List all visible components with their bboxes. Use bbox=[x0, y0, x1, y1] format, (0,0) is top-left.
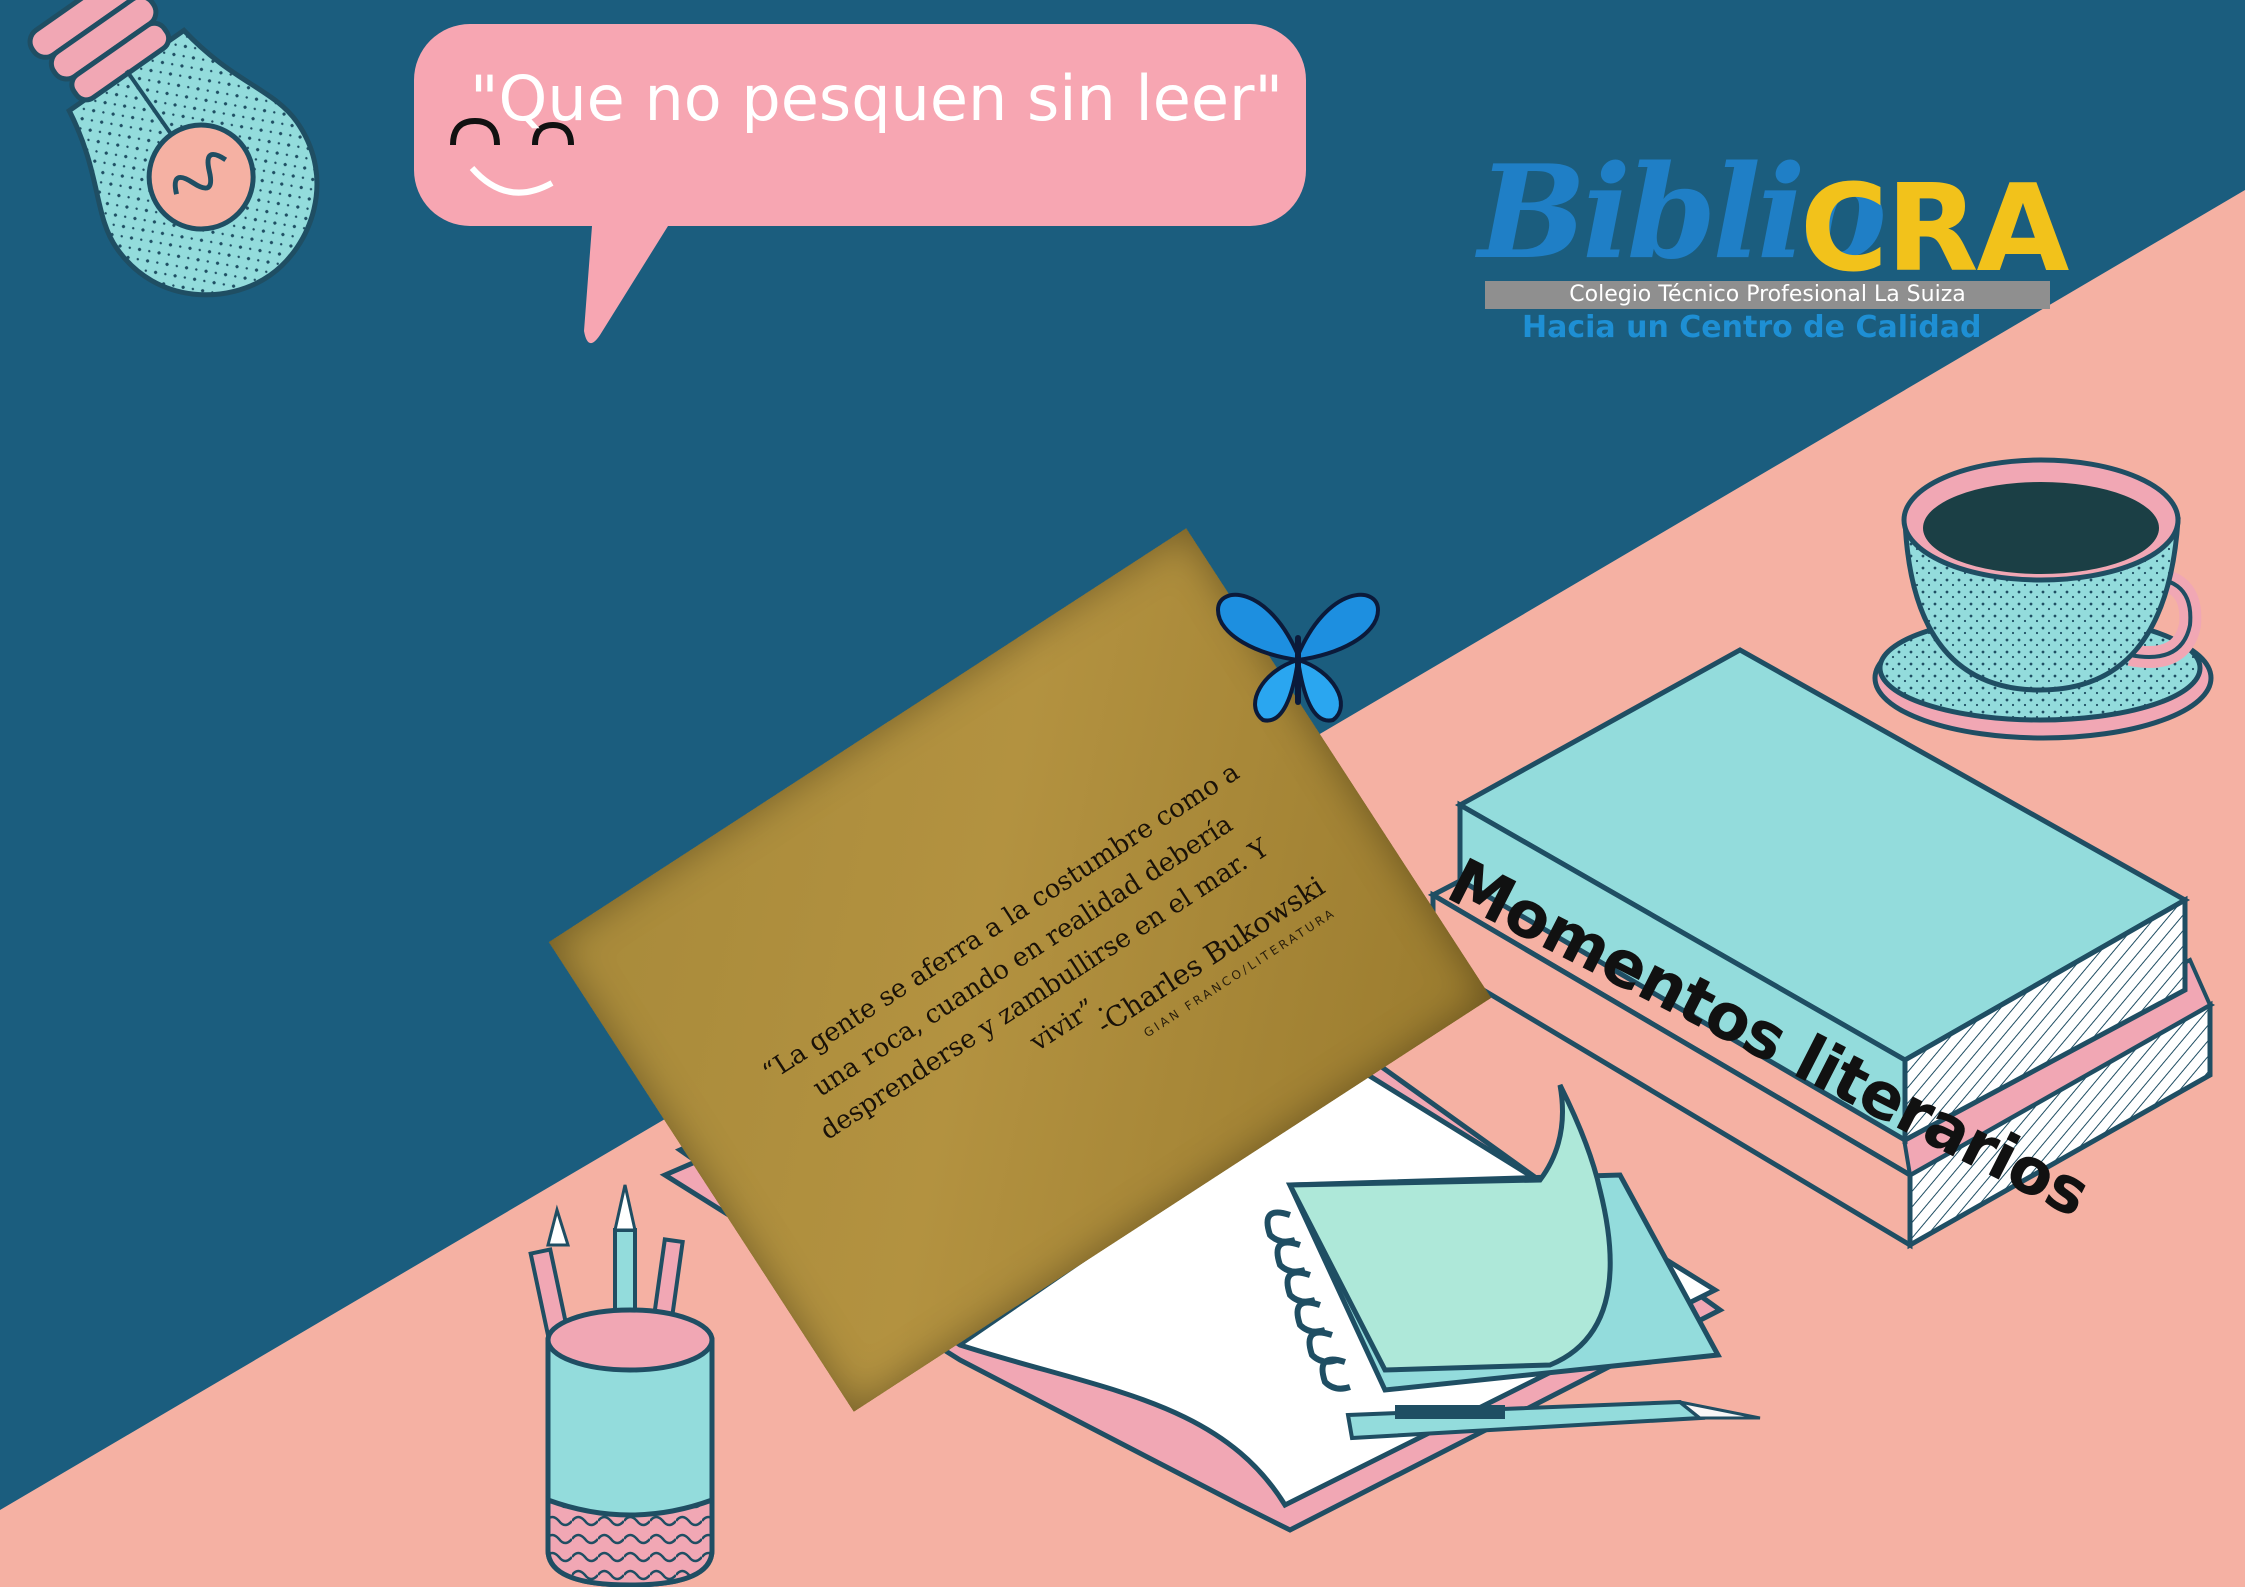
butterfly-icon bbox=[1215, 592, 1381, 723]
poster: "Que no pesquen sin leer" Biblio CRA Col… bbox=[0, 0, 2245, 1587]
